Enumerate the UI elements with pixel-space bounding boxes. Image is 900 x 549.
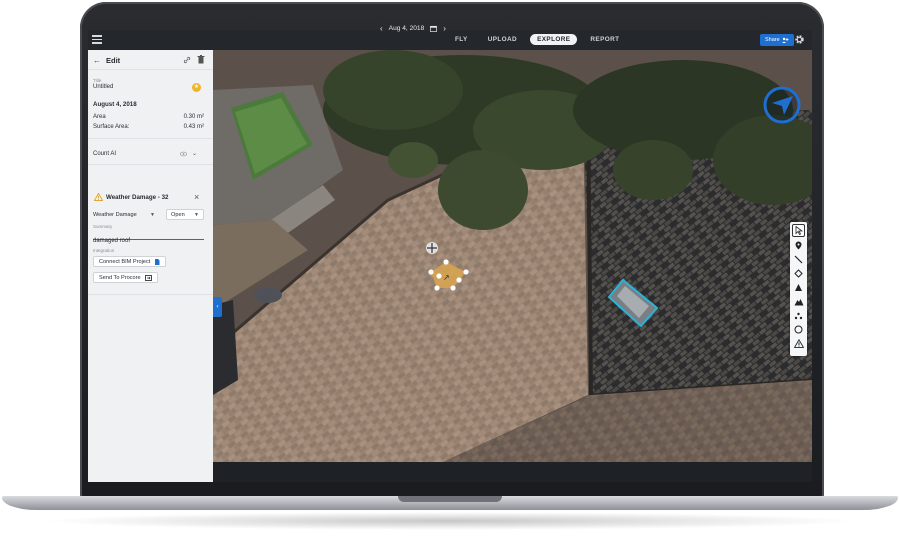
- panel-title: Edit: [106, 56, 121, 65]
- divider: [88, 138, 213, 139]
- summary-field[interactable]: damaged roof: [93, 229, 204, 244]
- laptop-shadow: [40, 512, 860, 530]
- title-field[interactable]: Untitled: [93, 83, 208, 92]
- integration-label: Integration: [93, 248, 115, 253]
- menu-icon[interactable]: [92, 35, 102, 45]
- measure-toolbar: [790, 222, 807, 356]
- connect-bim-label: Connect BIM Project: [99, 258, 151, 265]
- back-arrow-icon[interactable]: ←: [93, 56, 101, 65]
- next-date-icon[interactable]: ›: [443, 24, 446, 33]
- chevron-down-icon[interactable]: ⌄: [192, 150, 197, 157]
- star-icon[interactable]: ★: [192, 83, 201, 92]
- issue-title: Weather Damage - 32: [106, 194, 169, 201]
- divider: [88, 164, 213, 165]
- top-bar: FLY UPLOAD EXPLORE REPORT Share: [88, 30, 812, 50]
- gear-icon[interactable]: [794, 34, 805, 45]
- previous-date-icon[interactable]: ‹: [380, 24, 383, 33]
- capture-date: August 4, 2018: [93, 101, 137, 108]
- warning-tool-icon[interactable]: [792, 337, 805, 350]
- send-procore-label: Send To Procore: [99, 274, 141, 281]
- count-tool-icon[interactable]: [792, 309, 805, 322]
- surface-area-value: 0.43 m²: [183, 124, 204, 130]
- share-label: Share: [765, 37, 780, 43]
- circle-tool-icon[interactable]: [792, 323, 805, 336]
- tab-explore[interactable]: EXPLORE: [530, 34, 578, 45]
- tab-upload[interactable]: UPLOAD: [481, 34, 524, 45]
- status-value: Open: [171, 211, 185, 218]
- capture-date-label: Aug 4, 2018: [388, 25, 425, 32]
- app-screen: FLY UPLOAD EXPLORE REPORT Share ← Edit T…: [88, 30, 812, 482]
- bim-icon: [155, 258, 160, 265]
- volume-tool-icon[interactable]: [792, 281, 805, 294]
- calendar-icon[interactable]: [430, 25, 438, 32]
- connect-bim-button[interactable]: Connect BIM Project: [93, 256, 167, 267]
- chevron-down-icon: ▼: [150, 211, 155, 218]
- tab-fly[interactable]: FLY: [448, 34, 475, 45]
- close-icon[interactable]: ×: [194, 192, 199, 202]
- eye-icon[interactable]: [180, 151, 187, 157]
- map-footer: [213, 462, 812, 482]
- cursor-tool-icon[interactable]: [792, 224, 805, 237]
- share-button[interactable]: Share: [760, 34, 794, 46]
- category-select[interactable]: Weather Damage ▼: [93, 209, 155, 220]
- status-select[interactable]: Open ▼: [166, 209, 204, 220]
- area-value: 0.30 m²: [183, 114, 204, 120]
- collapse-panel-button[interactable]: ‹: [213, 297, 222, 317]
- laptop-notch: [398, 496, 502, 502]
- area-label: Area: [93, 114, 106, 120]
- line-tool-icon[interactable]: [792, 253, 805, 266]
- panel-header: ← Edit: [88, 50, 213, 70]
- nav-tabs: FLY UPLOAD EXPLORE REPORT: [448, 34, 626, 45]
- category-value: Weather Damage: [93, 211, 137, 218]
- tab-report[interactable]: REPORT: [583, 34, 626, 45]
- edit-panel: ← Edit Title Untitled ★ August 4, 2018 A…: [88, 50, 213, 482]
- stockpile-tool-icon[interactable]: [792, 295, 805, 308]
- divider: [88, 294, 213, 295]
- date-navigator: ‹ Aug 4, 2018 ›: [380, 24, 446, 33]
- summary-value: damaged roof: [93, 238, 131, 244]
- aerial-map[interactable]: ↗: [213, 50, 812, 462]
- surface-area-label: Surface Area:: [93, 124, 130, 130]
- pin-tool-icon[interactable]: [792, 239, 805, 252]
- link-icon[interactable]: [183, 56, 191, 64]
- svg-text:↗: ↗: [443, 273, 450, 282]
- chevron-down-icon: ▼: [194, 211, 199, 218]
- share-icon: [781, 37, 789, 43]
- count-ai-label: Count AI: [93, 151, 117, 157]
- trash-icon[interactable]: [197, 55, 205, 64]
- compass-icon[interactable]: [762, 85, 802, 125]
- warning-icon: [94, 193, 103, 201]
- polygon-tool-icon[interactable]: [792, 267, 805, 280]
- send-procore-button[interactable]: Send To Procore: [93, 272, 158, 283]
- title-value: Untitled: [93, 84, 114, 90]
- procore-icon: [144, 274, 152, 281]
